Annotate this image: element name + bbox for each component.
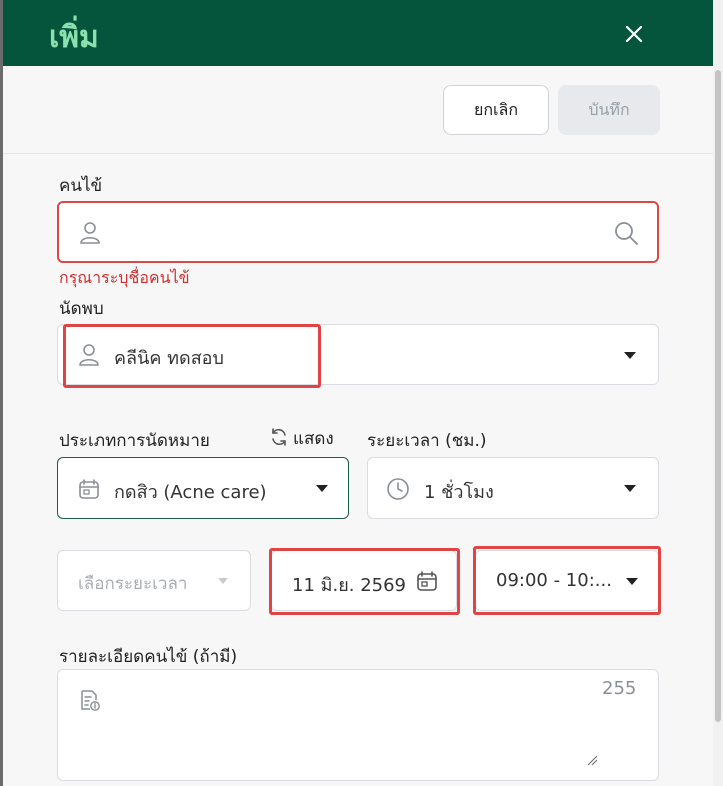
period-placeholder: เลือกระยะเวลา [78,574,188,594]
appointment-label: นัดพบ [59,299,104,319]
calendar-icon [79,479,99,499]
date-value: 11 มิ.ย. 2569 [292,575,407,596]
patient-error-message: กรุณาระบุชื่อคนไข้ [59,268,190,287]
patient-search-input[interactable] [57,201,659,263]
scrollbar-thumb[interactable] [715,70,721,722]
patient-label: คนไข้ [59,176,103,196]
person-icon [79,344,99,366]
refresh-icon [272,428,286,446]
appointment-type-select[interactable]: กดสิว (Acne care) [57,457,349,519]
appointment-type-label: ประเภทการนัดหมาย [59,431,210,451]
cancel-button[interactable]: ยกเลิก [443,85,549,135]
time-value: 09:00 - 10:... [496,570,612,591]
period-select[interactable]: เลือกระยะเวลา [57,550,251,611]
duration-select[interactable]: 1 ชั่วโมง [367,457,659,519]
clock-icon [387,478,409,500]
details-label: รายละเอียดคนไข้ (ถ้ามี) [59,647,238,667]
scrollbar[interactable] [713,0,723,786]
calendar-icon[interactable] [416,570,438,592]
chevron-down-icon [218,578,228,584]
close-icon[interactable] [622,22,646,46]
chevron-down-icon [624,352,636,359]
add-modal: เพิ่ม ยกเลิก บันทึก คนไข้ กรุณาระบุชื่อค… [3,0,713,786]
duration-label: ระยะเวลา (ชม.) [367,431,487,451]
char-counter: 255 [602,678,637,699]
modal-title: เพิ่ม [49,20,99,55]
date-picker[interactable]: 11 มิ.ย. 2569 [271,550,457,611]
chevron-down-icon [316,485,328,492]
appointment-type-value: กดสิว (Acne care) [114,482,267,503]
save-button[interactable]: บันทึก [558,85,660,135]
duration-value: 1 ชั่วโมง [424,482,494,503]
resize-handle-icon[interactable] [586,754,598,766]
refresh-label: แสดง [293,429,334,449]
appointment-value: คลีนิค ทดสอบ [114,348,224,369]
details-textarea[interactable]: 255 [57,669,659,781]
chevron-down-icon [624,485,636,492]
person-icon [80,222,100,244]
chevron-down-icon [626,578,638,585]
modal-header: เพิ่ม [3,0,713,66]
appointment-select[interactable]: คลีนิค ทดสอบ [57,324,659,385]
action-bar: ยกเลิก บันทึก [3,66,713,154]
time-select[interactable]: 09:00 - 10:... [475,550,659,611]
search-icon[interactable] [613,220,639,246]
note-info-icon [81,690,100,711]
